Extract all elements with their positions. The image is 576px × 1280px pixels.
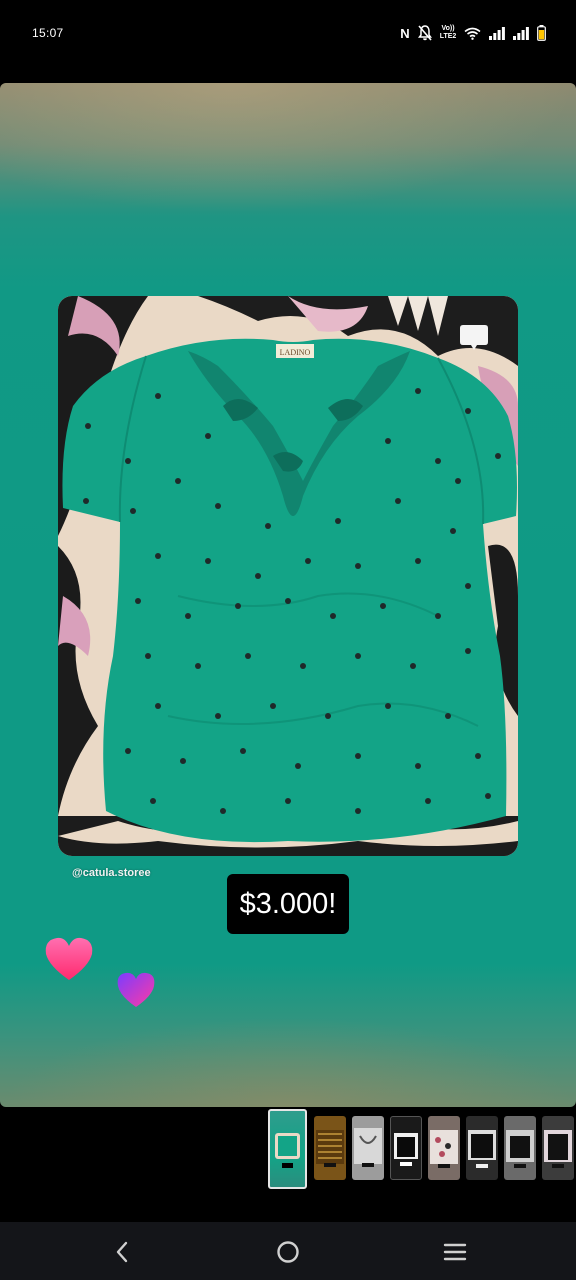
svg-text:LADINO: LADINO [280, 348, 311, 357]
recents-icon[interactable] [442, 1239, 468, 1265]
status-bar: 15:07 N Vo)) LTE2 [0, 0, 576, 66]
story-thumbnail[interactable] [352, 1116, 384, 1180]
chat-bubble-icon[interactable] [457, 322, 491, 356]
status-time: 15:07 [32, 26, 64, 40]
story-thumbnail-strip [268, 1108, 576, 1190]
status-icons: N Vo)) LTE2 [400, 22, 546, 44]
volte-bottom-label: LTE2 [439, 33, 457, 40]
shirt-image: LADINO [58, 296, 518, 856]
volte-icon: Vo)) LTE2 [439, 22, 457, 44]
navigation-bar [0, 1222, 576, 1280]
story-thumbnail[interactable] [504, 1116, 536, 1180]
signal-icon [489, 22, 505, 44]
heart-pink-icon [45, 937, 93, 980]
bell-off-icon [418, 22, 432, 44]
price-label: $3.000! [239, 887, 337, 920]
store-watermark: @catula.storee [72, 867, 151, 879]
battery-icon [537, 22, 546, 44]
story-thumbnail[interactable] [390, 1116, 422, 1180]
story-thumbnail[interactable] [542, 1116, 574, 1180]
story-thumbnail[interactable] [466, 1116, 498, 1180]
heart-purple-icon [117, 972, 155, 1007]
story-viewer[interactable]: LADINO @catula.storee $3.000! [0, 83, 576, 1107]
story-thumbnail[interactable] [268, 1109, 307, 1189]
home-icon[interactable] [275, 1239, 301, 1265]
product-photo: LADINO [58, 296, 518, 856]
signal-icon [513, 22, 529, 44]
nfc-icon: N [400, 25, 410, 41]
story-thumbnail[interactable] [428, 1116, 460, 1180]
volte-top-label: Vo)) [441, 25, 455, 32]
price-tag: $3.000! [227, 874, 349, 934]
story-thumbnail[interactable] [314, 1116, 346, 1180]
back-icon[interactable] [109, 1239, 135, 1265]
wifi-icon [464, 22, 481, 44]
